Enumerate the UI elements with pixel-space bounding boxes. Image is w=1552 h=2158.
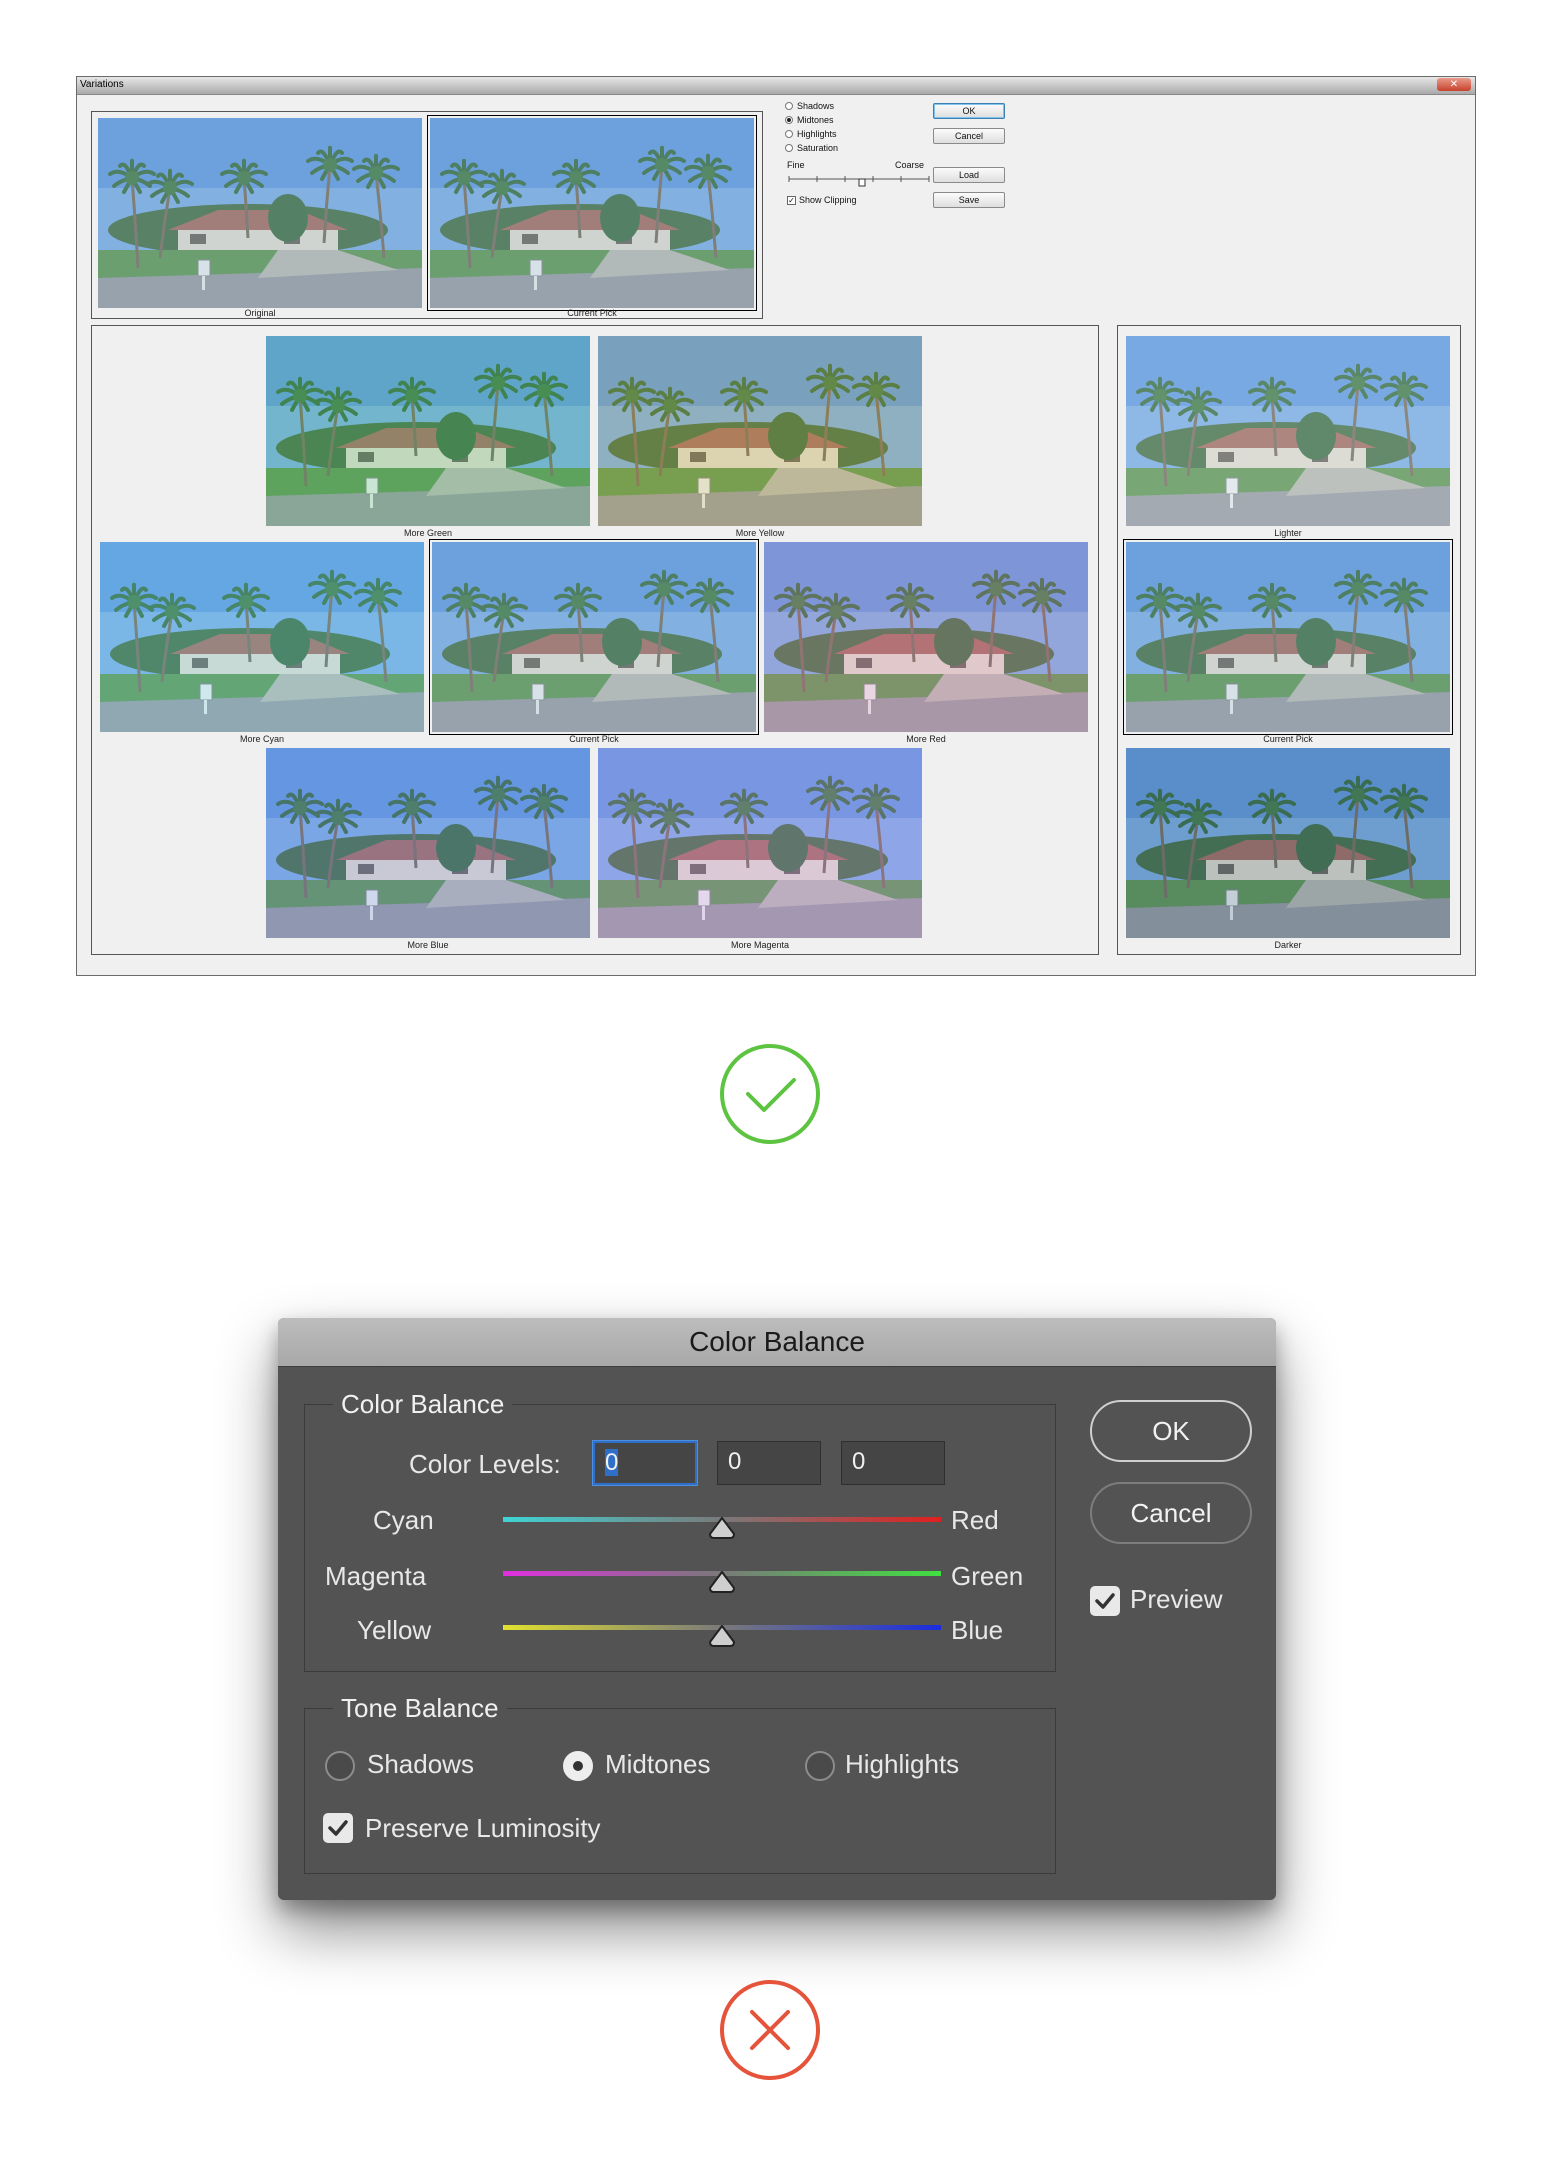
color-balance-group: Color Balance Color Levels: 0 0 0 Cyan R… [304, 1389, 1056, 1672]
level-input-magenta-green[interactable]: 0 [717, 1441, 821, 1485]
tone-balance-group: Tone Balance Shadows Midtones Highlights… [304, 1693, 1056, 1874]
slider-right-label: Red [951, 1505, 999, 1535]
scene-image [430, 118, 754, 308]
original-thumbnail [98, 118, 422, 308]
radio-saturation[interactable]: Saturation [785, 143, 838, 153]
color-variants-panel: More Green More Yellow More Cyan Current… [91, 325, 1099, 955]
radio-shadows[interactable] [325, 1751, 355, 1781]
scene-image [1126, 336, 1450, 526]
preview-label: Preview [1130, 1584, 1223, 1614]
ok-button[interactable]: OK [933, 103, 1005, 119]
cyan-red-slider-thumb[interactable] [709, 1517, 735, 1539]
level-value: 0 [852, 1448, 866, 1475]
radio-label: Saturation [797, 143, 839, 153]
group-title: Color Balance [333, 1389, 513, 1420]
magenta-green-slider-thumb[interactable] [709, 1571, 735, 1593]
current-pick-center-label: Current Pick [569, 734, 619, 744]
current-pick-center-thumbnail[interactable] [429, 539, 759, 735]
radio-label: Highlights [797, 129, 837, 139]
variations-window: Variations ✕ Original Current Pick Shado… [76, 76, 1476, 976]
current-pick-label: Current Pick [567, 308, 617, 318]
scene-image [98, 118, 422, 308]
scene-image [100, 542, 424, 732]
radio-midtones[interactable]: Midtones [785, 115, 834, 125]
slider-right-label: Green [951, 1561, 1024, 1591]
radio-midtones[interactable] [563, 1751, 593, 1781]
radio-highlights[interactable] [805, 1751, 835, 1781]
level-value: 0 [605, 1449, 619, 1476]
more-yellow-thumbnail[interactable] [598, 336, 922, 526]
more-magenta-thumbnail[interactable] [598, 748, 922, 938]
slider-left-label: Magenta [325, 1561, 427, 1591]
slider-right-label: Blue [951, 1615, 1004, 1645]
radio-label: Midtones [797, 115, 834, 125]
level-input-yellow-blue[interactable]: 0 [841, 1441, 945, 1485]
dialog-title: Color Balance [278, 1318, 1276, 1367]
more-cyan-thumbnail[interactable] [100, 542, 424, 732]
darker-thumbnail[interactable] [1126, 748, 1450, 938]
brightness-panel: Lighter Current Pick Darker [1117, 325, 1461, 955]
more-magenta-label: More Magenta [730, 940, 790, 950]
more-red-label: More Red [906, 734, 946, 744]
radio-shadows[interactable]: Shadows [785, 101, 834, 111]
preserve-luminosity-checkbox[interactable] [323, 1813, 353, 1843]
variations-titlebar: Variations ✕ [77, 77, 1475, 95]
x-circle-icon [720, 1980, 820, 2080]
more-red-thumbnail[interactable] [764, 542, 1088, 732]
load-button[interactable]: Load [933, 167, 1005, 183]
scene-image [598, 336, 922, 526]
preserve-luminosity-label: Preserve Luminosity [365, 1813, 601, 1843]
lighter-label: Lighter [1274, 528, 1302, 538]
scene-image [266, 336, 590, 526]
original-current-panel: Original Current Pick [91, 111, 763, 319]
more-cyan-label: More Cyan [239, 734, 284, 744]
scene-image [598, 748, 922, 938]
ok-button[interactable]: OK [1090, 1400, 1252, 1462]
checkmark-icon [328, 1820, 348, 1836]
slider-left-label: Yellow [357, 1615, 432, 1645]
cancel-button[interactable]: Cancel [933, 128, 1005, 144]
lighter-thumbnail[interactable] [1126, 336, 1450, 526]
scene-image [266, 748, 590, 938]
more-green-thumbnail[interactable] [266, 336, 590, 526]
variations-title: Variations [80, 79, 124, 90]
slider-left-label: Cyan [373, 1505, 434, 1535]
level-input-cyan-red[interactable]: 0 [593, 1441, 697, 1485]
fine-label: Fine [787, 160, 805, 170]
radio-label: Shadows [797, 101, 835, 111]
scene-image [1126, 542, 1450, 732]
yellow-blue-slider-thumb[interactable] [709, 1625, 735, 1647]
current-pick-top-thumbnail[interactable] [427, 115, 757, 311]
cancel-button[interactable]: Cancel [1090, 1482, 1252, 1544]
radio-shadows-label: Shadows [367, 1749, 474, 1779]
more-yellow-label: More Yellow [735, 528, 785, 538]
scene-image [432, 542, 756, 732]
save-button[interactable]: Save [933, 192, 1005, 208]
color-levels-label: Color Levels: [409, 1449, 561, 1479]
preview-checkbox[interactable] [1090, 1586, 1120, 1616]
checkmark-icon: ✓ [787, 195, 796, 205]
checkmark-icon [1095, 1593, 1115, 1609]
more-blue-label: More Blue [407, 940, 449, 950]
group-title: Tone Balance [333, 1693, 507, 1724]
original-label: Original [244, 308, 276, 318]
radio-highlights[interactable]: Highlights [785, 129, 837, 139]
radio-highlights-label: Highlights [845, 1749, 960, 1779]
level-value: 0 [728, 1448, 742, 1475]
close-icon[interactable]: ✕ [1437, 78, 1471, 91]
current-pick-right-thumbnail[interactable] [1123, 539, 1453, 735]
more-blue-thumbnail[interactable] [266, 748, 590, 938]
scene-image [1126, 748, 1450, 938]
show-clipping-label: Show Clipping [799, 195, 857, 205]
color-balance-dialog: Color Balance Color Balance Color Levels… [278, 1318, 1276, 1900]
check-circle-icon [720, 1044, 820, 1144]
coarse-label: Coarse [895, 160, 925, 170]
radio-midtones-label: Midtones [605, 1749, 711, 1779]
more-green-label: More Green [403, 528, 453, 538]
darker-label: Darker [1274, 940, 1302, 950]
fine-coarse-slider[interactable] [787, 173, 931, 187]
current-pick-right-label: Current Pick [1263, 734, 1313, 744]
show-clipping-checkbox[interactable]: ✓ Show Clipping [787, 195, 857, 205]
scene-image [764, 542, 1088, 732]
